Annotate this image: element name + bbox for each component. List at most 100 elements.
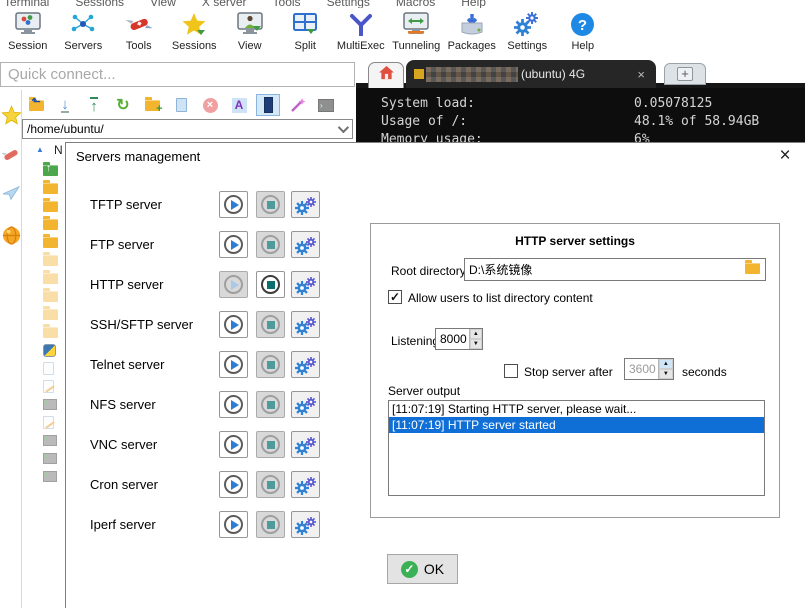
tree-item-folder-faded[interactable] xyxy=(22,251,65,269)
paper-plane-icon[interactable] xyxy=(0,176,22,210)
toolbar-button-multiexec[interactable]: MultiExec xyxy=(333,9,389,59)
stop-server-button[interactable] xyxy=(256,511,285,538)
stop-server-button[interactable] xyxy=(256,391,285,418)
server-settings-button[interactable] xyxy=(291,351,320,378)
new-file-icon[interactable] xyxy=(169,94,193,116)
terminal-box-icon[interactable]: › xyxy=(314,94,338,116)
start-server-button[interactable] xyxy=(219,191,248,218)
root-directory-input[interactable] xyxy=(464,258,766,281)
server-output-listbox[interactable]: [11:07:19] Starting HTTP server, please … xyxy=(388,400,765,496)
active-session-tab[interactable]: (ubuntu) 4G × xyxy=(406,60,656,88)
toolbar-button-session[interactable]: Session xyxy=(0,9,56,59)
refresh-icon[interactable]: ↻ xyxy=(111,94,135,116)
stop-server-button[interactable] xyxy=(256,351,285,378)
menu-item-help[interactable]: Help xyxy=(461,0,486,8)
globe-icon[interactable] xyxy=(0,218,22,252)
menu-item-view[interactable]: View xyxy=(150,0,176,8)
server-settings-button[interactable] xyxy=(291,431,320,458)
tab-close-icon[interactable]: × xyxy=(634,67,648,82)
toolbar-button-help[interactable]: ?Help xyxy=(555,9,611,59)
server-settings-button[interactable] xyxy=(291,231,320,258)
home-tab[interactable] xyxy=(368,62,404,88)
tree-item-folder-faded[interactable] xyxy=(22,323,65,341)
server-settings-button[interactable] xyxy=(291,471,320,498)
wand-icon[interactable] xyxy=(285,94,309,116)
tree-item-folder-faded[interactable] xyxy=(22,287,65,305)
spin-down-icon[interactable]: ▼ xyxy=(470,339,482,349)
start-server-button[interactable] xyxy=(219,511,248,538)
tree-item-page-edit[interactable] xyxy=(22,377,65,395)
sftp-path-combobox[interactable]: /home/ubuntu/ xyxy=(22,119,353,139)
start-server-button[interactable] xyxy=(219,471,248,498)
menu-item-sessions[interactable]: Sessions xyxy=(75,0,124,8)
tree-item-folder[interactable] xyxy=(22,233,65,251)
tree-item-python[interactable] xyxy=(22,341,65,359)
listening-port-spinner[interactable]: 8000 ▲ ▼ xyxy=(435,328,483,350)
server-settings-button[interactable] xyxy=(291,511,320,538)
spin-down-icon[interactable]: ▼ xyxy=(659,369,673,379)
start-server-button[interactable] xyxy=(219,271,248,298)
chevron-down-icon[interactable] xyxy=(338,122,349,133)
menu-item-settings[interactable]: Settings xyxy=(327,0,370,8)
toolbar-button-sessions[interactable]: Sessions xyxy=(167,9,223,59)
tree-item-page-faded[interactable] xyxy=(22,359,65,377)
toolbar-button-packages[interactable]: Packages xyxy=(444,9,500,59)
spin-up-icon[interactable]: ▲ xyxy=(470,329,482,339)
spin-up-icon[interactable]: ▲ xyxy=(659,359,673,369)
quick-connect-input[interactable] xyxy=(0,62,355,87)
start-server-button[interactable] xyxy=(219,351,248,378)
server-settings-button[interactable] xyxy=(291,311,320,338)
tree-item-folder-faded[interactable] xyxy=(22,305,65,323)
tree-item-folder[interactable] xyxy=(22,179,65,197)
browse-folder-icon[interactable] xyxy=(745,263,760,274)
stop-server-button[interactable] xyxy=(256,431,285,458)
ok-button[interactable]: ✓ OK xyxy=(387,554,458,584)
stop-server-button[interactable] xyxy=(256,311,285,338)
new-tab-button[interactable]: + xyxy=(664,63,706,85)
server-output-line[interactable]: [11:07:19] HTTP server started xyxy=(389,417,764,433)
menu-item-x-server[interactable]: X server xyxy=(202,0,247,8)
star-icon[interactable] xyxy=(0,98,22,132)
toolbar-button-split[interactable]: Split xyxy=(278,9,334,59)
allow-listing-checkbox[interactable]: ✓ xyxy=(388,290,402,304)
toolbar-button-tools[interactable]: Tools xyxy=(111,9,167,59)
tree-item-folder[interactable] xyxy=(22,197,65,215)
server-settings-button[interactable] xyxy=(291,191,320,218)
tree-item-folder-faded[interactable] xyxy=(22,269,65,287)
tree-item-term-file[interactable] xyxy=(22,467,65,485)
tree-item-folder[interactable] xyxy=(22,215,65,233)
stop-server-button[interactable] xyxy=(256,231,285,258)
tree-item-up-folder[interactable]: ↑ xyxy=(22,161,65,179)
stop-after-checkbox[interactable] xyxy=(504,364,518,378)
start-server-button[interactable] xyxy=(219,391,248,418)
tree-item-term-file[interactable] xyxy=(22,431,65,449)
knife-icon[interactable] xyxy=(0,138,22,172)
new-folder-icon[interactable]: + xyxy=(140,94,164,116)
panel-view-icon[interactable] xyxy=(256,94,280,116)
up-folder-icon[interactable]: ⬑ xyxy=(24,94,48,116)
download-icon[interactable]: ↓ xyxy=(53,94,77,116)
stop-server-button[interactable] xyxy=(256,471,285,498)
stop-server-button[interactable] xyxy=(256,191,285,218)
rename-icon[interactable]: A xyxy=(227,94,251,116)
tree-item-page-edit[interactable] xyxy=(22,413,65,431)
terminal-output[interactable]: System load:0.05078125Usage of /:48.1% o… xyxy=(356,88,805,142)
menu-item-tools[interactable]: Tools xyxy=(273,0,301,8)
dialog-close-icon[interactable]: × xyxy=(772,144,798,168)
toolbar-button-tunneling[interactable]: Tunneling xyxy=(389,9,445,59)
tree-item-term-file[interactable] xyxy=(22,395,65,413)
server-settings-button[interactable] xyxy=(291,391,320,418)
server-settings-button[interactable] xyxy=(291,271,320,298)
toolbar-button-view[interactable]: View xyxy=(222,9,278,59)
tree-item-term-file[interactable] xyxy=(22,449,65,467)
server-output-line[interactable]: [11:07:19] Starting HTTP server, please … xyxy=(389,401,764,417)
start-server-button[interactable] xyxy=(219,431,248,458)
stop-server-button[interactable] xyxy=(256,271,285,298)
start-server-button[interactable] xyxy=(219,231,248,258)
stop-after-spinner[interactable]: 3600 ▲ ▼ xyxy=(624,358,674,380)
delete-icon[interactable]: × xyxy=(198,94,222,116)
toolbar-button-settings[interactable]: Settings xyxy=(500,9,556,59)
menu-item-terminal[interactable]: Terminal xyxy=(4,0,49,8)
tree-header[interactable]: ▲ N xyxy=(22,141,65,161)
toolbar-button-servers[interactable]: Servers xyxy=(56,9,112,59)
